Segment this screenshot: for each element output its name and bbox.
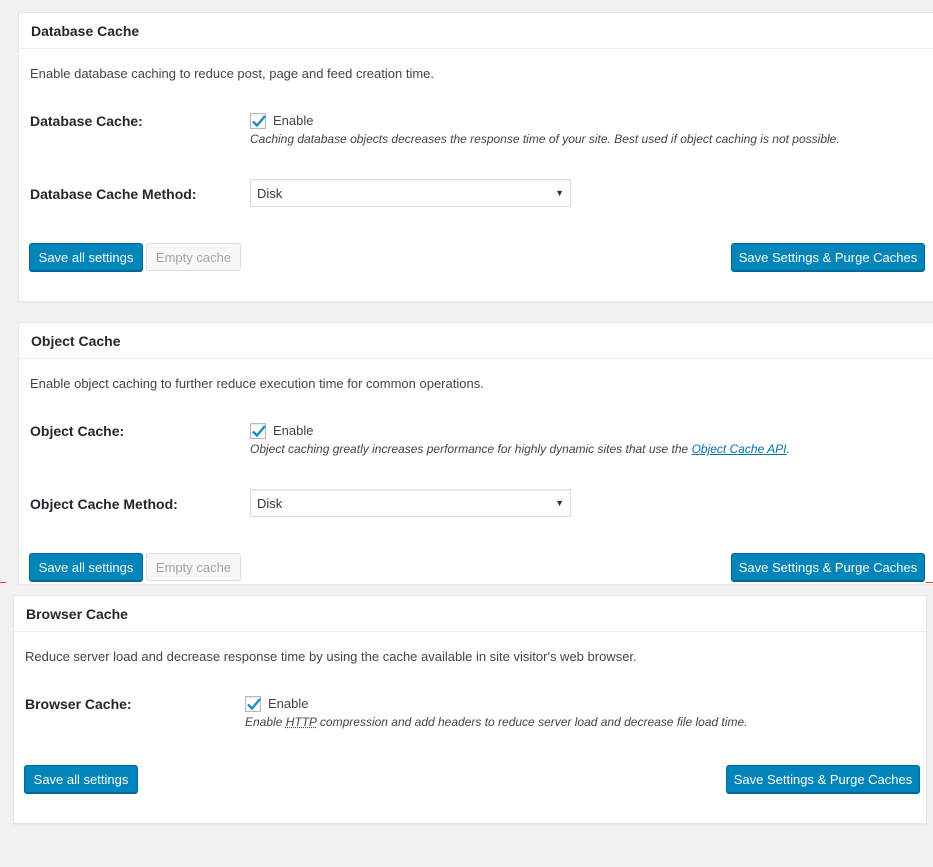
object-cache-note-suffix: . [786,442,790,456]
checkmark-icon [252,425,266,438]
database-cache-save-button[interactable]: Save all settings [29,243,143,271]
browser-cache-note-prefix: Enable [245,715,286,729]
dropdown-arrow-icon: ▼ [555,498,564,508]
object-cache-title: Object Cache [19,323,933,359]
database-cache-row-label: Database Cache: [30,113,143,129]
object-cache-description: Enable object caching to further reduce … [30,376,484,391]
checkmark-icon [247,698,261,711]
http-abbr: HTTP [285,715,317,729]
browser-cache-enable-checkbox[interactable] [245,696,261,712]
object-cache-method-value: Disk [257,495,283,511]
database-cache-enable-label[interactable]: Enable [273,113,313,128]
browser-cache-panel: Browser Cache Reduce server load and dec… [13,595,927,824]
object-cache-api-link[interactable]: Object Cache API [692,442,787,456]
object-cache-enable-checkbox[interactable] [250,423,266,439]
browser-cache-description: Reduce server load and decrease response… [25,649,637,664]
database-cache-method-value: Disk [257,185,283,201]
object-cache-empty-button[interactable]: Empty cache [146,553,241,581]
browser-cache-note: Enable HTTP compression and add headers … [245,715,748,729]
database-cache-method-select[interactable]: Disk ▼ [250,179,571,207]
object-cache-note: Object caching greatly increases perform… [250,442,790,456]
divider-accent-left [0,582,6,583]
object-cache-panel: Object Cache Enable object caching to fu… [18,322,933,584]
object-cache-method-select[interactable]: Disk ▼ [250,489,571,517]
object-cache-purge-button[interactable]: Save Settings & Purge Caches [731,553,925,581]
object-cache-enable-label[interactable]: Enable [273,423,313,438]
browser-cache-save-button[interactable]: Save all settings [24,765,138,793]
database-cache-enable-checkbox[interactable] [250,113,266,129]
checkmark-icon [252,115,266,128]
browser-cache-row-label: Browser Cache: [25,696,132,712]
divider-accent-right [926,582,933,583]
dropdown-arrow-icon: ▼ [555,188,564,198]
object-cache-save-button[interactable]: Save all settings [29,553,143,581]
database-cache-description: Enable database caching to reduce post, … [30,66,435,81]
database-cache-panel: Database Cache Enable database caching t… [18,12,933,302]
database-cache-method-label: Database Cache Method: [30,186,197,202]
browser-cache-note-text: compression and add headers to reduce se… [316,715,748,729]
browser-cache-enable-label[interactable]: Enable [268,696,308,711]
browser-cache-title: Browser Cache [14,596,926,632]
browser-cache-purge-button[interactable]: Save Settings & Purge Caches [726,765,920,793]
object-cache-method-label: Object Cache Method: [30,496,178,512]
object-cache-row-label: Object Cache: [30,423,125,439]
database-cache-note: Caching database objects decreases the r… [250,132,840,146]
database-cache-title: Database Cache [19,13,933,49]
database-cache-purge-button[interactable]: Save Settings & Purge Caches [731,243,925,271]
database-cache-empty-button[interactable]: Empty cache [146,243,241,271]
object-cache-note-text: Object caching greatly increases perform… [250,442,692,456]
